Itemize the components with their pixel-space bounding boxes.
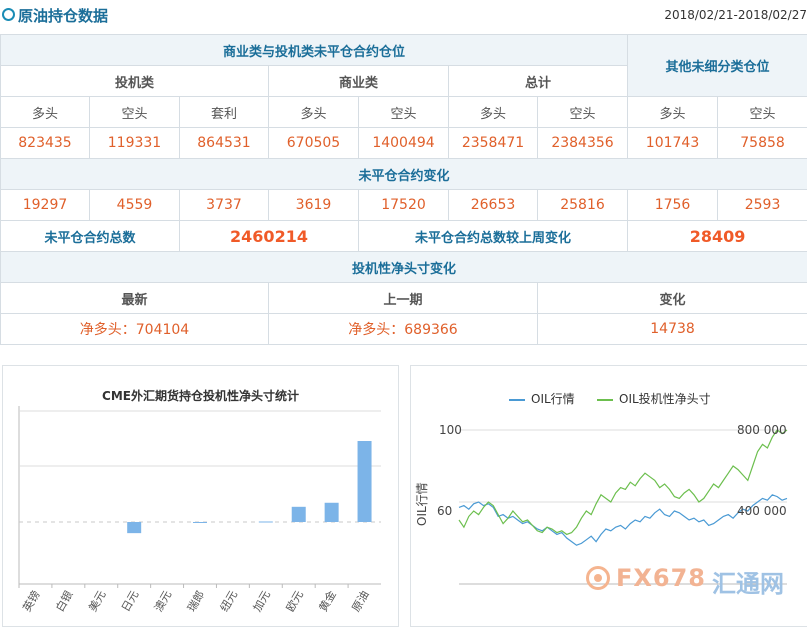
other-title: 其他未细分类仓位: [628, 35, 807, 97]
position-value: 2358471: [449, 128, 538, 159]
change-title: 未平仓合约变化: [1, 159, 807, 190]
position-value: 75858: [718, 128, 807, 159]
x-tick-label: 澳元: [152, 589, 174, 615]
position-value: 864531: [180, 128, 269, 159]
x-tick-label: 美元: [86, 589, 108, 615]
net-value: 净多头：704104: [1, 314, 269, 345]
x-tick-label: 欧元: [284, 589, 306, 615]
page-title: 原油持仓数据: [18, 5, 108, 26]
x-tick-label: 原油: [349, 588, 372, 614]
position-value: 670505: [269, 128, 359, 159]
legend-label: OIL投机性净头寸: [619, 392, 711, 406]
x-tick-label: 纽元: [217, 588, 240, 614]
chart-title: CME外汇期货持仓投机性净头寸统计: [3, 387, 398, 404]
bar[interactable]: [193, 522, 207, 523]
column-header: 套利: [180, 97, 269, 128]
column-header: 空头: [538, 97, 628, 128]
change-value: 3737: [180, 190, 269, 221]
bar[interactable]: [325, 503, 339, 522]
weekly-change-label: 未平仓合约总数较上周变化: [359, 221, 628, 252]
cme-net-position-chart: CME外汇期货持仓投机性净头寸统计 英镑白银美元日元澳元瑞郎纽元加元欧元黄金原油: [2, 365, 399, 627]
net-header-row: 最新 上一期 变化: [1, 283, 807, 314]
x-tick-label: 英镑: [20, 588, 43, 614]
page-header: 原油持仓数据 2018/02/21-2018/02/27: [0, 0, 807, 32]
change-value: 25816: [538, 190, 628, 221]
net-header: 上一期: [269, 283, 538, 314]
left-axis-name: OIL行情: [413, 482, 430, 526]
positions-table: 商业类与投机类未平仓合约仓位 其他未细分类仓位 投机类 商业类 总计 多头 空头…: [0, 34, 807, 345]
fx678-watermark: FX678 汇通网: [586, 562, 786, 598]
change-value: 17520: [359, 190, 449, 221]
column-header: 多头: [449, 97, 538, 128]
date-range: 2018/02/21-2018/02/27: [664, 8, 807, 22]
net-header: 变化: [538, 283, 807, 314]
change-value: 26653: [449, 190, 538, 221]
x-tick-label: 白银: [52, 588, 75, 614]
legend-swatch-icon: [509, 399, 525, 401]
watermark-suffix: 汇通网: [712, 564, 784, 599]
net-value: 14738: [538, 314, 807, 345]
bar[interactable]: [259, 521, 273, 522]
position-value: 823435: [1, 128, 90, 159]
column-header: 多头: [269, 97, 359, 128]
column-header: 空头: [90, 97, 180, 128]
x-tick-label: 加元: [251, 589, 273, 615]
fx678-logo-icon: [586, 566, 610, 590]
changes-row: 19297 4559 3737 3619 17520 26653 25816 1…: [1, 190, 807, 221]
position-value: 101743: [628, 128, 718, 159]
column-header: 多头: [1, 97, 90, 128]
group-title: 商业类与投机类未平仓合约仓位: [1, 35, 628, 66]
legend-swatch-icon: [597, 399, 613, 401]
position-value: 119331: [90, 128, 180, 159]
change-value: 19297: [1, 190, 90, 221]
legend-item-net[interactable]: OIL投机性净头寸: [597, 390, 711, 407]
net-value-row: 净多头：704104 净多头：689366 14738: [1, 314, 807, 345]
right-tick: 400 000: [737, 504, 787, 518]
totals-row: 未平仓合约总数 2460214 未平仓合约总数较上周变化 28409: [1, 221, 807, 252]
column-header-row: 多头 空头 套利 多头 空头 多头 空头 多头 空头: [1, 97, 807, 128]
group-total: 总计: [449, 66, 628, 97]
left-tick: 60: [437, 504, 452, 518]
watermark-brand: FX678: [616, 564, 706, 592]
positions-row: 823435 119331 864531 670505 1400494 2358…: [1, 128, 807, 159]
bar[interactable]: [358, 441, 372, 522]
x-tick-label: 瑞郎: [184, 588, 207, 614]
position-value: 1400494: [359, 128, 449, 159]
change-value: 2593: [718, 190, 807, 221]
change-value: 1756: [628, 190, 718, 221]
net-value: 净多头：689366: [269, 314, 538, 345]
position-value: 2384356: [538, 128, 628, 159]
right-tick: 800 000: [737, 423, 787, 437]
group-speculative: 投机类: [1, 66, 269, 97]
bar[interactable]: [292, 507, 306, 522]
column-header: 多头: [628, 97, 718, 128]
title-circle-icon: [2, 8, 15, 21]
legend-item-oil[interactable]: OIL行情: [509, 390, 575, 407]
net-title: 投机性净头寸变化: [1, 252, 807, 283]
column-header: 空头: [718, 97, 807, 128]
weekly-change-value: 28409: [628, 221, 807, 252]
change-value: 4559: [90, 190, 180, 221]
x-tick-label: 日元: [119, 589, 141, 615]
x-tick-label: 黄金: [316, 588, 339, 614]
column-header: 空头: [359, 97, 449, 128]
bar[interactable]: [127, 522, 141, 533]
net-header: 最新: [1, 283, 269, 314]
oil-net-position-line[interactable]: [459, 430, 787, 534]
change-value: 3619: [269, 190, 359, 221]
total-value: 2460214: [180, 221, 359, 252]
group-commercial: 商业类: [269, 66, 449, 97]
total-label: 未平仓合约总数: [1, 221, 180, 252]
left-tick: 100: [439, 423, 462, 437]
legend-label: OIL行情: [531, 392, 575, 406]
